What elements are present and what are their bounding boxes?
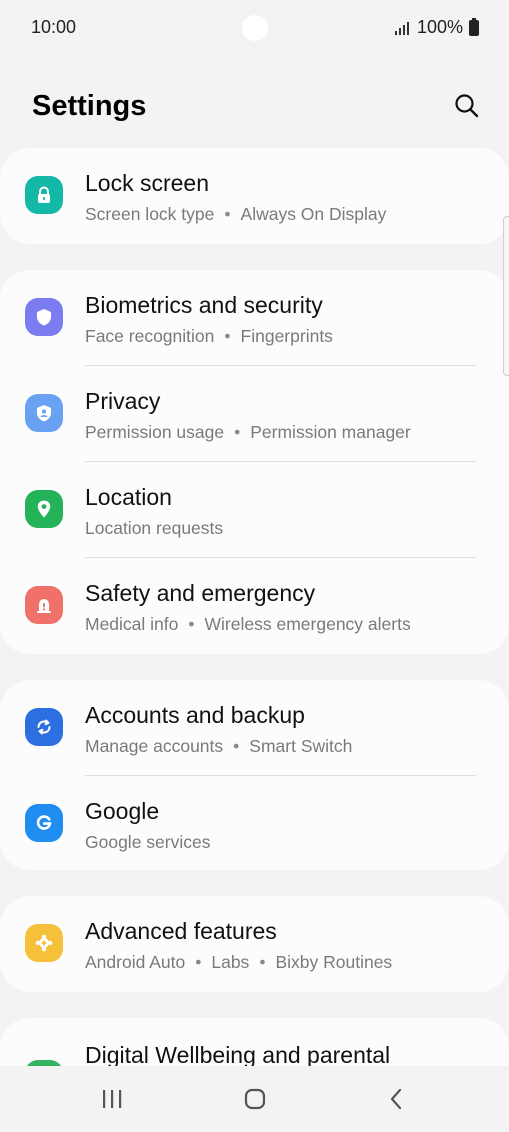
google-icon (25, 804, 63, 842)
settings-item-safety[interactable]: Safety and emergency Medical info • Wirele… (0, 558, 509, 654)
battery-percentage: 100% (416, 17, 463, 37)
item-subtitle: Face recognition • Fingerprints (85, 326, 333, 346)
scrollbar[interactable] (503, 216, 509, 376)
lock-icon (25, 176, 63, 214)
item-title: Safety and emergency (85, 580, 316, 606)
home-icon (244, 1088, 266, 1110)
battery-icon (469, 17, 479, 36)
page-title: Settings (32, 90, 147, 122)
settings-item-biometrics[interactable]: Biometrics and security Face recognition… (0, 270, 509, 366)
item-subtitle: Screen lock type • Always On Display (85, 204, 387, 224)
recents-icon (103, 1090, 122, 1108)
camera-cutout (242, 15, 268, 41)
status-indicators: 100% (394, 17, 479, 38)
location-pin-icon (25, 490, 63, 528)
recents-button[interactable] (92, 1084, 132, 1114)
privacy-shield-icon (25, 394, 63, 432)
home-button[interactable] (235, 1084, 275, 1114)
item-subtitle: Permission usage • Permission manager (85, 422, 411, 442)
navigation-bar (0, 1066, 509, 1132)
signal-icon (394, 21, 409, 35)
settings-item-advanced-features[interactable]: Advanced features Android Auto • Labs • Bixb… (0, 896, 509, 992)
settings-group-advanced: Advanced features Android Auto • Labs • Bixb… (0, 896, 509, 992)
search-icon (455, 94, 479, 118)
status-bar: 10:00 100% (0, 0, 509, 56)
item-subtitle: Location requests (85, 518, 224, 538)
item-subtitle: Android Auto • Labs • Bixby Routines (85, 952, 393, 972)
item-title: Biometrics and security (85, 292, 323, 318)
back-button[interactable] (377, 1084, 417, 1114)
search-button[interactable] (451, 90, 483, 122)
item-title: Privacy (85, 388, 161, 414)
item-subtitle: Medical info • Wireless emergency alerts (85, 614, 411, 634)
item-subtitle: Google services (85, 832, 211, 852)
settings-group-security: Biometrics and security Face recognition… (0, 270, 509, 654)
back-icon (390, 1088, 402, 1110)
status-time: 10:00 (31, 17, 77, 37)
settings-group-accounts: Accounts and backup Manage accounts • Smar… (0, 680, 509, 870)
settings-group-lock: Lock screen Screen lock type • Always On D… (0, 148, 509, 244)
item-title: Digital Wellbeing and parental (85, 1042, 391, 1066)
shield-icon (25, 298, 63, 336)
settings-group-wellbeing: Digital Wellbeing and parental (0, 1018, 509, 1066)
item-title: Lock screen (85, 170, 210, 196)
settings-header: Settings (0, 84, 509, 134)
item-title: Location (85, 484, 172, 510)
settings-item-google[interactable]: Google Google services (0, 776, 509, 870)
item-title: Advanced features (85, 918, 277, 944)
settings-item-accounts-backup[interactable]: Accounts and backup Manage accounts • Smar… (0, 680, 509, 776)
settings-item-lock-screen[interactable]: Lock screen Screen lock type • Always On D… (0, 148, 509, 244)
settings-item-digital-wellbeing[interactable]: Digital Wellbeing and parental (0, 1018, 509, 1066)
settings-item-privacy[interactable]: Privacy Permission usage • Permission mana… (0, 366, 509, 462)
sync-icon (25, 708, 63, 746)
item-subtitle: Manage accounts • Smart Switch (85, 736, 353, 756)
emergency-alert-icon (25, 586, 63, 624)
item-title: Accounts and backup (85, 702, 305, 728)
item-title: Google (85, 798, 160, 824)
puzzle-gear-icon (25, 924, 63, 962)
settings-item-location[interactable]: Location Location requests (0, 462, 509, 558)
